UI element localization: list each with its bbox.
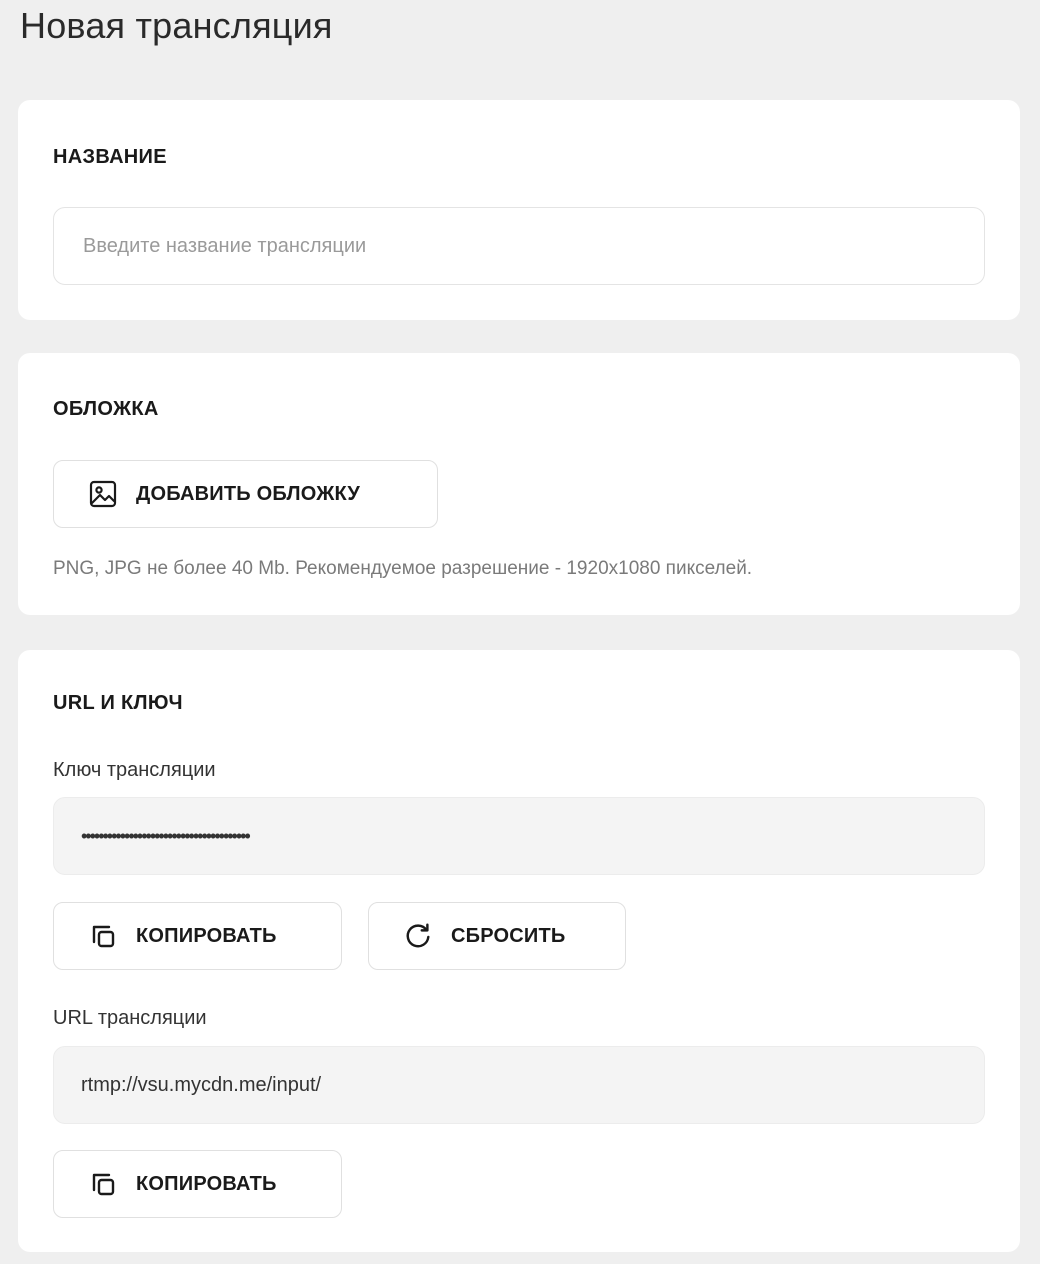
stream-key-label: Ключ трансляции: [53, 759, 216, 781]
cover-hint: PNG, JPG не более 40 Mb. Рекомендуемое р…: [53, 558, 753, 579]
stream-name-field[interactable]: [53, 207, 985, 285]
refresh-icon: [403, 921, 433, 951]
stream-url-field[interactable]: rtmp://vsu.mycdn.me/input/: [53, 1046, 985, 1124]
add-cover-button-label: ДОБАВИТЬ ОБЛОЖКУ: [136, 482, 361, 505]
copy-icon: [88, 921, 118, 951]
stream-url-label: URL трансляции: [53, 1007, 207, 1029]
reset-key-button[interactable]: СБРОСИТЬ: [368, 902, 626, 970]
copy-key-button-label: КОПИРОВАТЬ: [136, 924, 277, 947]
stream-key-field[interactable]: •••••••••••••••••••••••••••••••••••••••: [53, 797, 985, 875]
name-card: НАЗВАНИЕ: [18, 100, 1020, 320]
add-cover-button[interactable]: ДОБАВИТЬ ОБЛОЖКУ: [53, 460, 438, 528]
stream-key-value: •••••••••••••••••••••••••••••••••••••••: [81, 825, 251, 846]
cover-section-title: ОБЛОЖКА: [53, 398, 159, 420]
copy-url-button-label: КОПИРОВАТЬ: [136, 1172, 277, 1195]
stream-name-input[interactable]: [81, 233, 984, 259]
url-key-card: URL И КЛЮЧ Ключ трансляции •••••••••••••…: [18, 650, 1020, 1252]
stream-url-value: rtmp://vsu.mycdn.me/input/: [81, 1073, 322, 1096]
name-section-title: НАЗВАНИЕ: [53, 146, 167, 168]
page-title: Новая трансляция: [20, 5, 333, 46]
cover-card: ОБЛОЖКА ДОБАВИТЬ ОБЛОЖКУ PNG, JPG не бол…: [18, 353, 1020, 615]
url-key-section-title: URL И КЛЮЧ: [53, 692, 183, 714]
image-icon: [88, 479, 118, 509]
reset-key-button-label: СБРОСИТЬ: [451, 924, 566, 947]
copy-key-button[interactable]: КОПИРОВАТЬ: [53, 902, 342, 970]
copy-url-button[interactable]: КОПИРОВАТЬ: [53, 1150, 342, 1218]
copy-icon: [88, 1169, 118, 1199]
